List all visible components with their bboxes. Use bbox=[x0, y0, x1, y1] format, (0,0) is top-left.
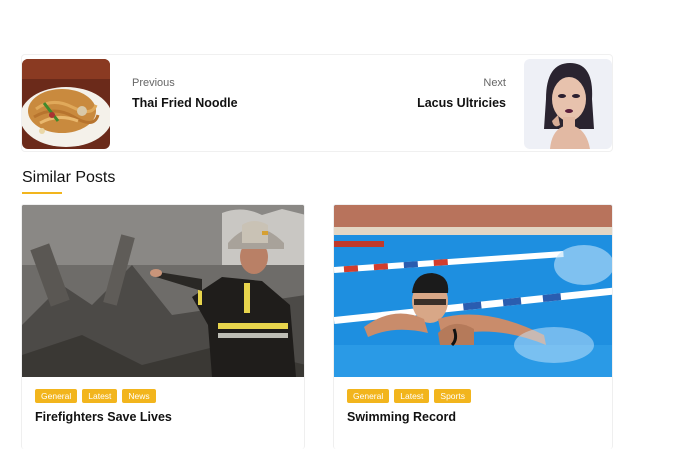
post-card[interactable]: General Latest News Firefighters Save Li… bbox=[21, 204, 305, 449]
post-title[interactable]: Swimming Record bbox=[347, 410, 456, 424]
next-post-link[interactable]: Next Lacus Ultricies bbox=[417, 77, 506, 110]
heading-underline bbox=[22, 192, 62, 194]
post-navigation: Previous Thai Fried Noodle Next Lacus Ul… bbox=[21, 54, 613, 152]
tag-latest[interactable]: Latest bbox=[394, 389, 430, 403]
tag-sports[interactable]: Sports bbox=[434, 389, 471, 403]
previous-post-title[interactable]: Thai Fried Noodle bbox=[132, 96, 238, 110]
previous-label: Previous bbox=[132, 77, 175, 89]
post-tags: General Latest Sports bbox=[347, 389, 471, 403]
post-image[interactable] bbox=[22, 205, 304, 377]
similar-posts-heading: Similar Posts bbox=[22, 169, 116, 186]
post-card[interactable]: General Latest Sports Swimming Record bbox=[333, 204, 613, 449]
tag-general[interactable]: General bbox=[347, 389, 390, 403]
tag-general[interactable]: General bbox=[35, 389, 78, 403]
previous-post-thumbnail[interactable] bbox=[22, 59, 110, 149]
post-title[interactable]: Firefighters Save Lives bbox=[35, 410, 172, 424]
tag-news[interactable]: News bbox=[122, 389, 156, 403]
next-label: Next bbox=[483, 77, 506, 89]
previous-post-link[interactable]: Previous Thai Fried Noodle bbox=[132, 77, 238, 110]
next-post-thumbnail[interactable] bbox=[524, 59, 612, 149]
next-post-title[interactable]: Lacus Ultricies bbox=[417, 96, 506, 110]
post-tags: General Latest News bbox=[35, 389, 156, 403]
tag-latest[interactable]: Latest bbox=[82, 389, 118, 403]
post-image[interactable] bbox=[334, 205, 612, 377]
